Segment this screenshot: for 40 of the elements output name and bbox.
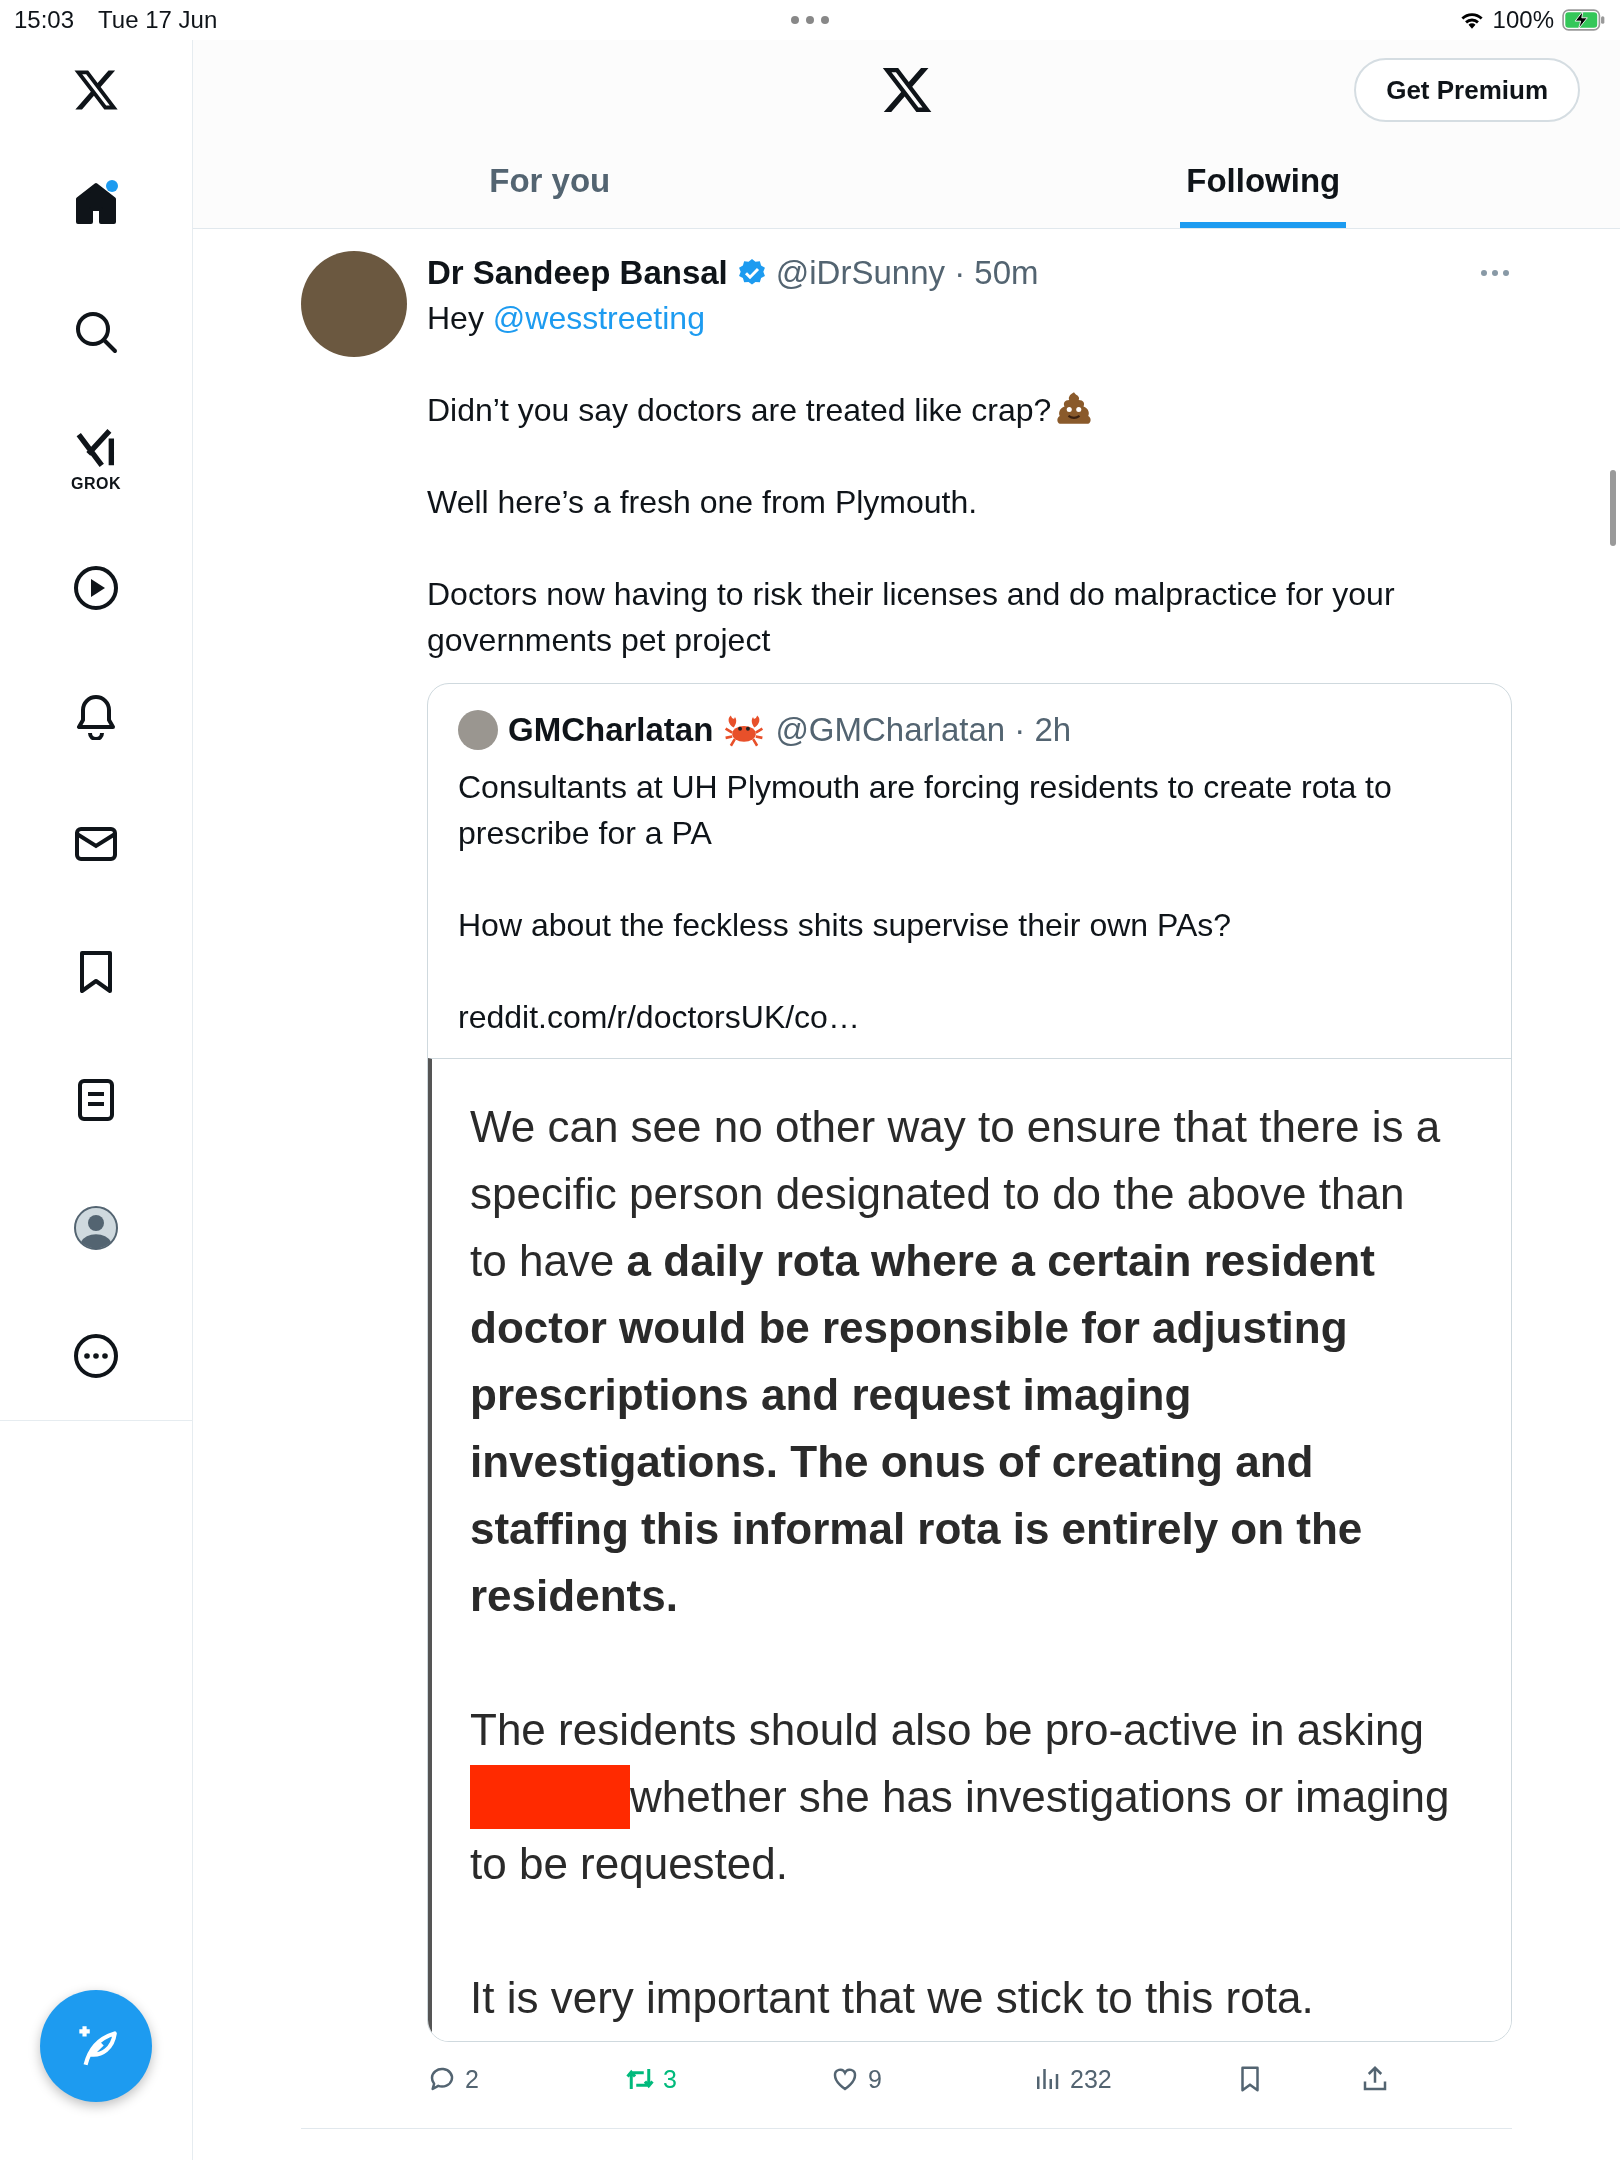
poop-emoji-icon bbox=[1055, 389, 1094, 427]
handle-and-time: @GMCharlatan · 2h bbox=[775, 711, 1072, 749]
document-text: It is very important that we stick to this rota. bbox=[470, 1973, 1314, 2022]
nav-item[interactable] bbox=[72, 1332, 120, 1380]
tweet-text: Well here’s a fresh one from Plymouth. bbox=[427, 484, 978, 520]
play-icon bbox=[72, 564, 120, 612]
tweet-text: Hey bbox=[427, 300, 485, 336]
avatar-photo bbox=[458, 710, 498, 750]
multitask-dots-icon[interactable] bbox=[789, 15, 831, 25]
nav-item[interactable] bbox=[72, 1204, 120, 1252]
grok-label: GROK bbox=[71, 475, 121, 493]
compose-button[interactable] bbox=[40, 1990, 152, 2102]
like-button[interactable]: 9 bbox=[830, 2064, 882, 2094]
quoted-post-card[interactable] bbox=[427, 683, 1512, 2042]
nav-item[interactable]: GROK bbox=[71, 427, 121, 493]
quoted-text: How about the feckless shits supervise their own PAs? bbox=[458, 906, 1233, 945]
wifi-icon bbox=[1458, 10, 1485, 30]
reply-button[interactable]: 2 bbox=[427, 2064, 479, 2094]
document-text: whether she has investigations or imaging bbox=[630, 1771, 1450, 1823]
url-link[interactable]: reddit.com/r/doctorsUK/co… bbox=[458, 999, 860, 1035]
battery-percent: 100% bbox=[1492, 6, 1554, 34]
status-time: 15:03 bbox=[14, 6, 75, 34]
author-name: GMCharlatan bbox=[508, 711, 714, 749]
views-button[interactable]: 232 bbox=[1032, 2064, 1112, 2094]
profile-icon bbox=[72, 1204, 120, 1252]
more-icon bbox=[72, 1332, 120, 1380]
status-date: Tue 17 Jun bbox=[98, 6, 218, 34]
more-options-icon[interactable] bbox=[1480, 269, 1510, 277]
document-text: to be requested. bbox=[470, 1838, 788, 1890]
tweet-text: Doctors now having to risk their licenses and do malpractice for your governments pet project bbox=[427, 576, 1395, 658]
feed-tab[interactable]: For you bbox=[483, 140, 617, 228]
author-name[interactable]: Dr Sandeep Bansal bbox=[427, 254, 728, 292]
document-text: We can see no other way to ensure that there is a specific person designated to do the above than to have a daily rota where a certain resident doctor would be responsible for adjusting prescriptions and request imaging investigations. The onus of creating and staffing this informal rota is entirely on the residents. bbox=[470, 1102, 1441, 1620]
document-text: The residents should also be pro-active in asking bbox=[470, 1704, 1424, 1756]
get-premium-button[interactable]: Get Premium bbox=[1354, 58, 1580, 122]
handle-and-time: @iDrSunny · 50m bbox=[775, 254, 1039, 292]
tweet-text: Didn’t you say doctors are treated like crap? bbox=[427, 392, 1052, 428]
nav-item[interactable] bbox=[72, 564, 120, 612]
quoted-text: Consultants at UH Plymouth are forcing residents to create rota to prescribe for a PA bbox=[458, 768, 1393, 853]
feed-tab[interactable]: Following bbox=[1180, 140, 1347, 228]
